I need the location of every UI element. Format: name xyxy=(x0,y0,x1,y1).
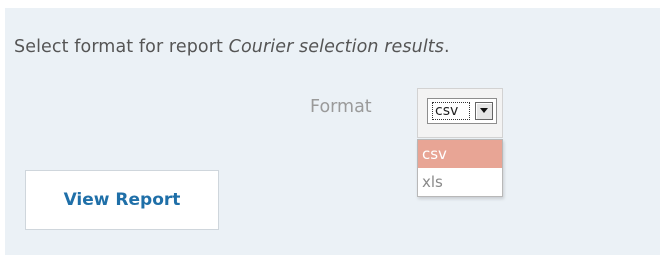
report-name: Courier selection results xyxy=(228,37,444,57)
format-option-xls[interactable]: xls xyxy=(418,168,502,196)
format-select[interactable]: csv xyxy=(427,98,497,124)
prompt-suffix: . xyxy=(443,37,450,57)
format-label: Format xyxy=(310,97,372,117)
format-option-csv[interactable]: csv xyxy=(418,140,502,168)
format-prompt: Select format for report Courier selecti… xyxy=(14,37,450,57)
chevron-down-icon[interactable] xyxy=(475,102,493,120)
format-dropdown-list: csv xls xyxy=(417,139,503,197)
format-select-frame: csv xyxy=(417,88,503,138)
view-report-button[interactable]: View Report xyxy=(25,170,219,230)
prompt-prefix: Select format for report xyxy=(14,37,229,57)
format-select-value: csv xyxy=(432,102,470,120)
